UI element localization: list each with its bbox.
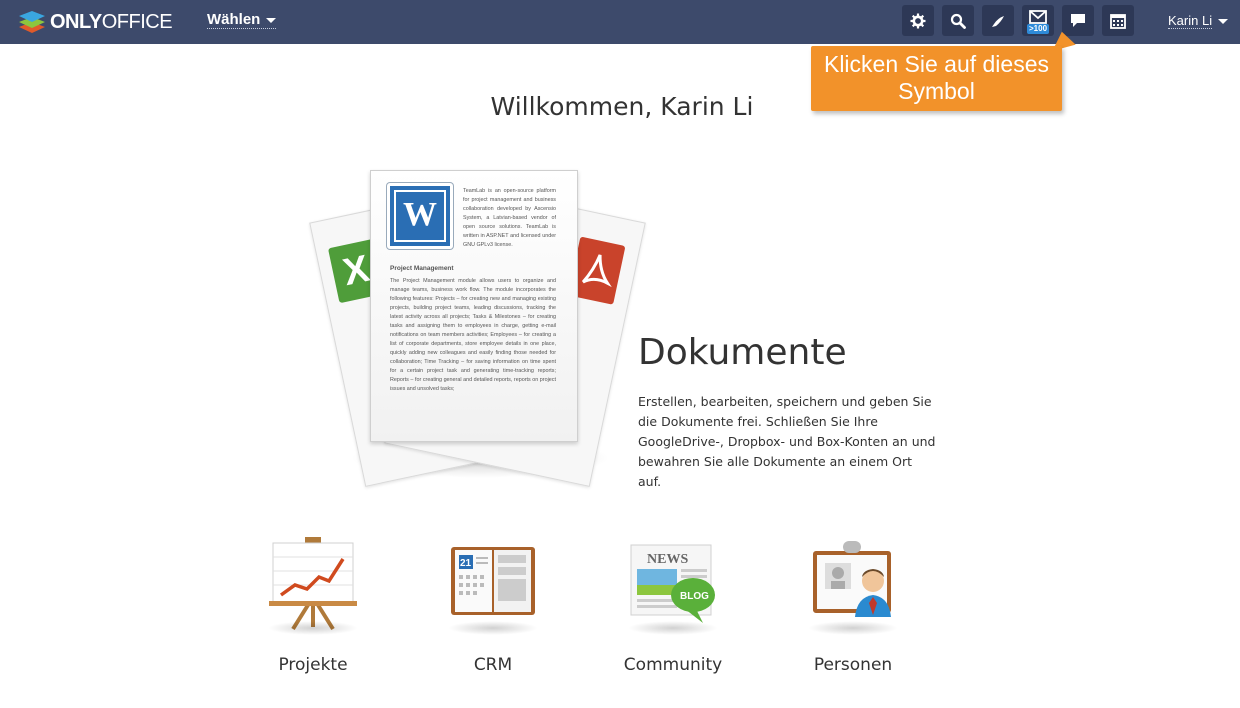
chart-easel-icon bbox=[263, 537, 363, 635]
svg-text:BLOG: BLOG bbox=[680, 591, 709, 602]
documents-description: Erstellen, bearbeiten, speichern und geb… bbox=[638, 394, 936, 489]
document-intro-text: TeamLab is an open-source platform for p… bbox=[463, 188, 556, 248]
user-name: Karin Li bbox=[1168, 13, 1213, 29]
text-document-sheet: W TeamLab is an open-source platform for… bbox=[370, 170, 578, 442]
module-projekte-label: Projekte bbox=[278, 655, 348, 675]
module-personen-label: Personen bbox=[813, 655, 893, 675]
product-select-menu[interactable]: Wählen bbox=[207, 11, 277, 29]
crm-book-icon: 21 bbox=[443, 537, 543, 635]
product-select-label: Wählen bbox=[207, 11, 261, 28]
word-icon: W bbox=[387, 183, 453, 249]
svg-text:NEWS: NEWS bbox=[647, 552, 688, 567]
logo-layers-icon bbox=[19, 11, 45, 33]
logo-text: ONLYOFFICE bbox=[50, 10, 173, 33]
gear-icon bbox=[910, 13, 926, 28]
search-icon bbox=[950, 13, 966, 29]
module-projekte[interactable]: Projekte bbox=[238, 537, 388, 675]
chevron-down-icon bbox=[266, 17, 277, 23]
document-body-text: The Project Management module allows use… bbox=[390, 278, 556, 392]
documents-illustration[interactable]: X W TeamLab is an open-source platform f… bbox=[309, 168, 646, 488]
mail-count-badge: >100 bbox=[1027, 24, 1050, 34]
search-button[interactable] bbox=[942, 5, 974, 36]
module-crm-label: CRM bbox=[473, 655, 513, 675]
chevron-down-icon bbox=[1218, 19, 1229, 25]
people-card-icon bbox=[803, 537, 903, 635]
document-section-heading: Project Management bbox=[390, 265, 454, 272]
community-news-blog-icon: NEWS BLOG bbox=[623, 537, 723, 635]
module-crm[interactable]: 21 CRM bbox=[418, 537, 568, 675]
module-community-label: Community bbox=[623, 655, 723, 675]
welcome-heading: Willkommen, Karin Li bbox=[490, 92, 754, 121]
feed-icon bbox=[992, 15, 1004, 27]
calendar-button[interactable] bbox=[1102, 5, 1134, 36]
mail-icon bbox=[1029, 9, 1047, 24]
settings-button[interactable] bbox=[902, 5, 934, 36]
calendar-icon bbox=[1110, 13, 1126, 29]
mail-button[interactable]: >100 bbox=[1022, 5, 1054, 36]
chat-icon bbox=[1071, 14, 1085, 27]
svg-text:21: 21 bbox=[460, 558, 472, 569]
feed-button[interactable] bbox=[982, 5, 1014, 36]
user-profile-menu[interactable]: Karin Li bbox=[1168, 13, 1229, 29]
module-personen[interactable]: Personen bbox=[778, 537, 928, 675]
onlyoffice-logo[interactable]: ONLYOFFICE bbox=[18, 8, 173, 36]
documents-title[interactable]: Dokumente bbox=[638, 332, 847, 373]
module-community[interactable]: NEWS BLOG Community bbox=[598, 537, 748, 675]
